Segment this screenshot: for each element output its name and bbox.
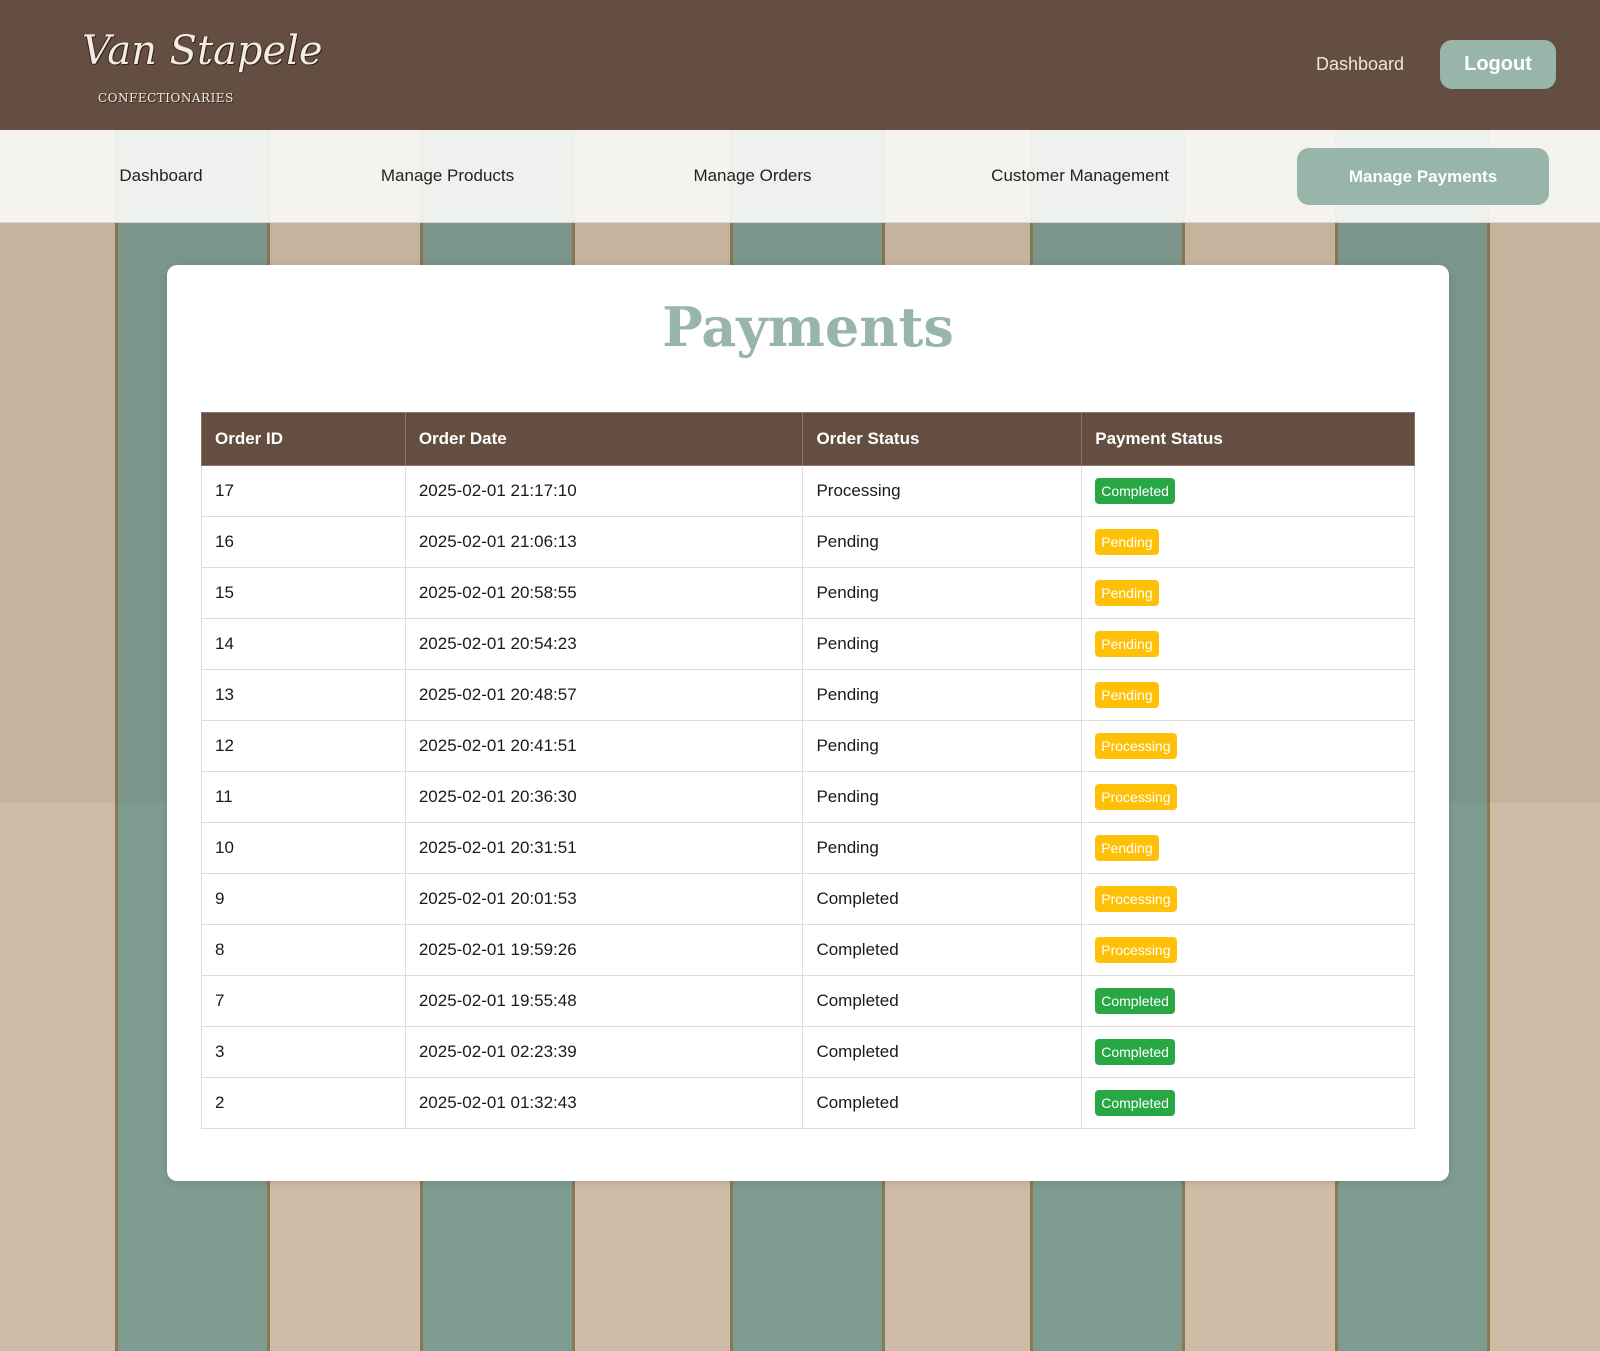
order-date-cell: 2025-02-01 20:31:51 [404, 822, 804, 874]
nav-item-manage-payments[interactable]: Manage Payments [1297, 148, 1549, 205]
payment-status-cell: Completed [1081, 1026, 1415, 1078]
order-date-cell: 2025-02-01 20:36:30 [404, 771, 804, 823]
brand-logo[interactable]: Van Stapele CONFECTIONARIES [82, 28, 323, 108]
order-id-cell: 15 [201, 567, 406, 619]
payment-status-cell: Completed [1081, 975, 1415, 1027]
column-header-payment-status[interactable]: Payment Status [1081, 412, 1415, 466]
table-row: 9 2025-02-01 20:01:53 Completed Processing [201, 873, 1415, 925]
order-date-cell: 2025-02-01 20:01:53 [404, 873, 804, 925]
order-date-cell: 2025-02-01 19:55:48 [404, 975, 804, 1027]
payment-status-cell: Processing [1081, 873, 1415, 925]
table-row: 17 2025-02-01 21:17:10 Processing Completed [201, 465, 1415, 517]
payment-status-cell: Pending [1081, 669, 1415, 721]
table-row: 12 2025-02-01 20:41:51 Pending Processing [201, 720, 1415, 772]
table-row: 14 2025-02-01 20:54:23 Pending Pending [201, 618, 1415, 670]
payment-status-badge: Pending [1095, 631, 1159, 657]
payment-status-badge: Completed [1095, 988, 1175, 1014]
column-header-order-status[interactable]: Order Status [802, 412, 1083, 466]
payment-status-cell: Completed [1081, 465, 1415, 517]
order-id-cell: 3 [201, 1026, 406, 1078]
table-row: 16 2025-02-01 21:06:13 Pending Pending [201, 516, 1415, 568]
column-header-order-id[interactable]: Order ID [201, 412, 406, 466]
payment-status-badge: Pending [1095, 835, 1159, 861]
nav-item-manage-products[interactable]: Manage Products [370, 130, 525, 222]
order-id-cell: 12 [201, 720, 406, 772]
payment-status-cell: Processing [1081, 720, 1415, 772]
payment-status-cell: Completed [1081, 1077, 1415, 1129]
order-status-cell: Completed [802, 924, 1083, 976]
table-row: 2 2025-02-01 01:32:43 Completed Completed [201, 1077, 1415, 1129]
order-status-cell: Pending [802, 618, 1083, 670]
table-row: 8 2025-02-01 19:59:26 Completed Processing [201, 924, 1415, 976]
admin-nav: Dashboard Manage Products Manage Orders … [0, 130, 1600, 223]
payment-status-cell: Pending [1081, 567, 1415, 619]
table-row: 7 2025-02-01 19:55:48 Completed Completed [201, 975, 1415, 1027]
order-id-cell: 10 [201, 822, 406, 874]
payment-status-badge: Completed [1095, 1039, 1175, 1065]
order-date-cell: 2025-02-01 20:48:57 [404, 669, 804, 721]
payment-status-badge: Processing [1095, 886, 1177, 912]
logo-wordmark: Van Stapele [82, 28, 323, 74]
top-header: Van Stapele CONFECTIONARIES Dashboard Lo… [0, 0, 1600, 130]
order-id-cell: 11 [201, 771, 406, 823]
order-status-cell: Completed [802, 1077, 1083, 1129]
table-row: 3 2025-02-01 02:23:39 Completed Completed [201, 1026, 1415, 1078]
column-header-order-date[interactable]: Order Date [404, 412, 804, 466]
payment-status-badge: Completed [1095, 1090, 1175, 1116]
order-status-cell: Pending [802, 567, 1083, 619]
payment-status-cell: Processing [1081, 771, 1415, 823]
order-date-cell: 2025-02-01 20:58:55 [404, 567, 804, 619]
payment-status-cell: Pending [1081, 516, 1415, 568]
table-row: 15 2025-02-01 20:58:55 Pending Pending [201, 567, 1415, 619]
order-id-cell: 8 [201, 924, 406, 976]
order-id-cell: 13 [201, 669, 406, 721]
order-status-cell: Pending [802, 822, 1083, 874]
order-status-cell: Completed [802, 975, 1083, 1027]
logo-subtitle: CONFECTIONARIES [98, 91, 234, 105]
order-id-cell: 14 [201, 618, 406, 670]
payment-status-badge: Processing [1095, 784, 1177, 810]
order-id-cell: 7 [201, 975, 406, 1027]
order-status-cell: Pending [802, 720, 1083, 772]
nav-item-dashboard[interactable]: Dashboard [100, 130, 222, 222]
page-title: Payments [662, 295, 954, 359]
order-date-cell: 2025-02-01 21:06:13 [404, 516, 804, 568]
logout-button[interactable]: Logout [1440, 40, 1556, 89]
order-id-cell: 16 [201, 516, 406, 568]
order-date-cell: 2025-02-01 01:32:43 [404, 1077, 804, 1129]
payment-status-cell: Pending [1081, 822, 1415, 874]
payment-status-badge: Pending [1095, 682, 1159, 708]
order-status-cell: Completed [802, 873, 1083, 925]
payment-status-badge: Processing [1095, 937, 1177, 963]
table-row: 10 2025-02-01 20:31:51 Pending Pending [201, 822, 1415, 874]
order-date-cell: 2025-02-01 19:59:26 [404, 924, 804, 976]
order-date-cell: 2025-02-01 20:54:23 [404, 618, 804, 670]
payment-status-badge: Processing [1095, 733, 1177, 759]
order-status-cell: Pending [802, 771, 1083, 823]
payment-status-cell: Processing [1081, 924, 1415, 976]
header-dashboard-link[interactable]: Dashboard [1290, 54, 1430, 75]
table-row: 13 2025-02-01 20:48:57 Pending Pending [201, 669, 1415, 721]
payment-status-badge: Pending [1095, 580, 1159, 606]
order-status-cell: Processing [802, 465, 1083, 517]
order-id-cell: 9 [201, 873, 406, 925]
payment-status-badge: Pending [1095, 529, 1159, 555]
order-date-cell: 2025-02-01 21:17:10 [404, 465, 804, 517]
table-row: 11 2025-02-01 20:36:30 Pending Processing [201, 771, 1415, 823]
order-date-cell: 2025-02-01 20:41:51 [404, 720, 804, 772]
nav-item-manage-orders[interactable]: Manage Orders [680, 130, 825, 222]
payment-status-cell: Pending [1081, 618, 1415, 670]
nav-item-customer-management[interactable]: Customer Management [985, 130, 1175, 222]
order-status-cell: Pending [802, 516, 1083, 568]
payments-card: Payments Order ID Order Date Order Statu… [167, 265, 1449, 1181]
payments-table: Order ID Order Date Order Status Payment… [201, 412, 1415, 1129]
table-header-row: Order ID Order Date Order Status Payment… [201, 412, 1415, 466]
order-id-cell: 17 [201, 465, 406, 517]
payment-status-badge: Completed [1095, 478, 1175, 504]
order-status-cell: Pending [802, 669, 1083, 721]
order-date-cell: 2025-02-01 02:23:39 [404, 1026, 804, 1078]
order-id-cell: 2 [201, 1077, 406, 1129]
order-status-cell: Completed [802, 1026, 1083, 1078]
